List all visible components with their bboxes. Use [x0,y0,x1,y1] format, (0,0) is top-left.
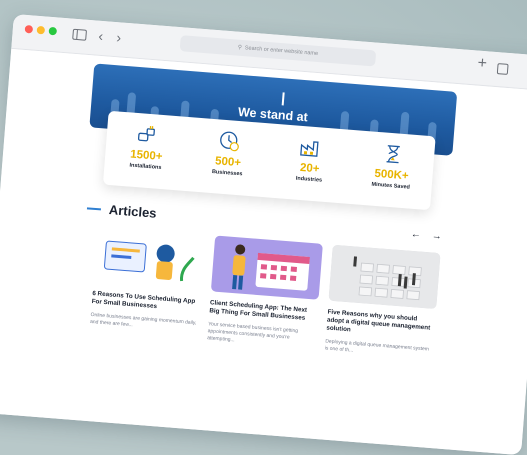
article-excerpt: Your service based business isn't gettin… [207,321,316,350]
search-icon: ⚲ [238,45,242,51]
close-window-button[interactable] [25,25,34,34]
stat-industries: 20+ Industries [273,134,348,186]
article-illustration [328,245,440,309]
hourglass-icon [356,140,430,168]
forward-chevron-icon[interactable]: › [116,28,122,46]
clock-dollar-icon [193,128,267,156]
sidebar-toggle-icon[interactable] [72,29,87,41]
browser-window: ‹ › ⚲ Search or enter website name + We … [0,14,527,455]
page-content: We stand at 1500+ Installations 500+ Bus… [0,49,527,455]
stat-installations: 1500+ Installations [109,121,184,173]
stat-minutes-saved: 500K+ Minutes Saved [355,140,430,192]
article-card[interactable]: 6 Reasons To Use Scheduling App For Smal… [90,226,206,334]
article-excerpt: Deploying a digital queue management sys… [324,338,433,360]
new-tab-plus-icon[interactable]: + [477,55,488,74]
article-excerpt: Online businesses are gaining momentum d… [90,312,199,334]
stat-businesses: 500+ Businesses [191,128,266,180]
plug-hand-icon [111,121,185,149]
article-card[interactable]: Client Scheduling App: The Next Big Thin… [207,235,323,350]
address-bar[interactable]: ⚲ Search or enter website name [180,35,377,66]
minimize-window-button[interactable] [37,26,46,35]
tab-overview-icon[interactable] [497,63,509,75]
article-card[interactable]: Five Reasons why you should adopt a digi… [324,245,440,361]
article-title[interactable]: Client Scheduling App: The Next Big Thin… [209,299,318,323]
back-chevron-icon[interactable]: ‹ [98,27,104,45]
text-cursor [282,92,285,105]
heading-accent-bar [87,207,101,210]
article-illustration [211,235,323,299]
articles-heading: Articles [86,200,157,220]
next-arrow-icon[interactable]: → [431,230,442,242]
address-placeholder: Search or enter website name [245,45,319,57]
article-title[interactable]: Five Reasons why you should adopt a digi… [326,309,436,341]
factory-icon [275,134,349,162]
article-title[interactable]: 6 Reasons To Use Scheduling App For Smal… [91,290,200,314]
prev-arrow-icon[interactable]: ← [411,229,422,241]
maximize-window-button[interactable] [48,27,57,36]
article-illustration [93,226,205,290]
articles-heading-text: Articles [108,202,157,221]
